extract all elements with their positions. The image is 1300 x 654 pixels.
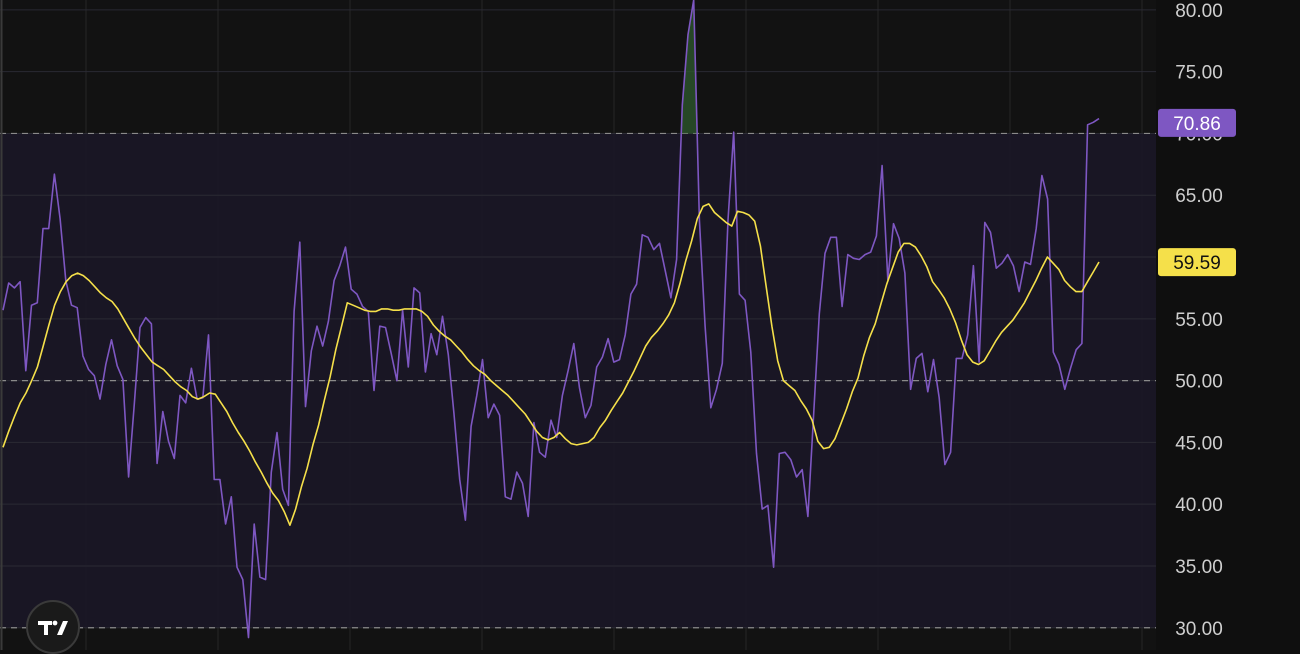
rsi-last-value-label: 70.86: [1173, 114, 1221, 135]
chart-area[interactable]: 30.0035.0040.0045.0050.0055.0060.0065.00…: [0, 0, 1300, 650]
ma-last-value-label: 59.59: [1173, 253, 1221, 274]
rsi-chart[interactable]: 30.0035.0040.0045.0050.0055.0060.0065.00…: [0, 0, 1300, 650]
y-tick-label-75.00: 75.00: [1175, 63, 1223, 84]
y-tick-label-50.00: 50.00: [1175, 372, 1223, 393]
y-tick-label-65.00: 65.00: [1175, 186, 1223, 207]
y-tick-label-45.00: 45.00: [1175, 433, 1223, 454]
y-tick-label-30.00: 30.00: [1175, 619, 1223, 640]
y-tick-label-80.00: 80.00: [1175, 1, 1223, 22]
tradingview-logo-icon[interactable]: [26, 600, 80, 654]
y-tick-label-35.00: 35.00: [1175, 557, 1223, 578]
y-tick-label-55.00: 55.00: [1175, 310, 1223, 331]
y-tick-label-40.00: 40.00: [1175, 495, 1223, 516]
